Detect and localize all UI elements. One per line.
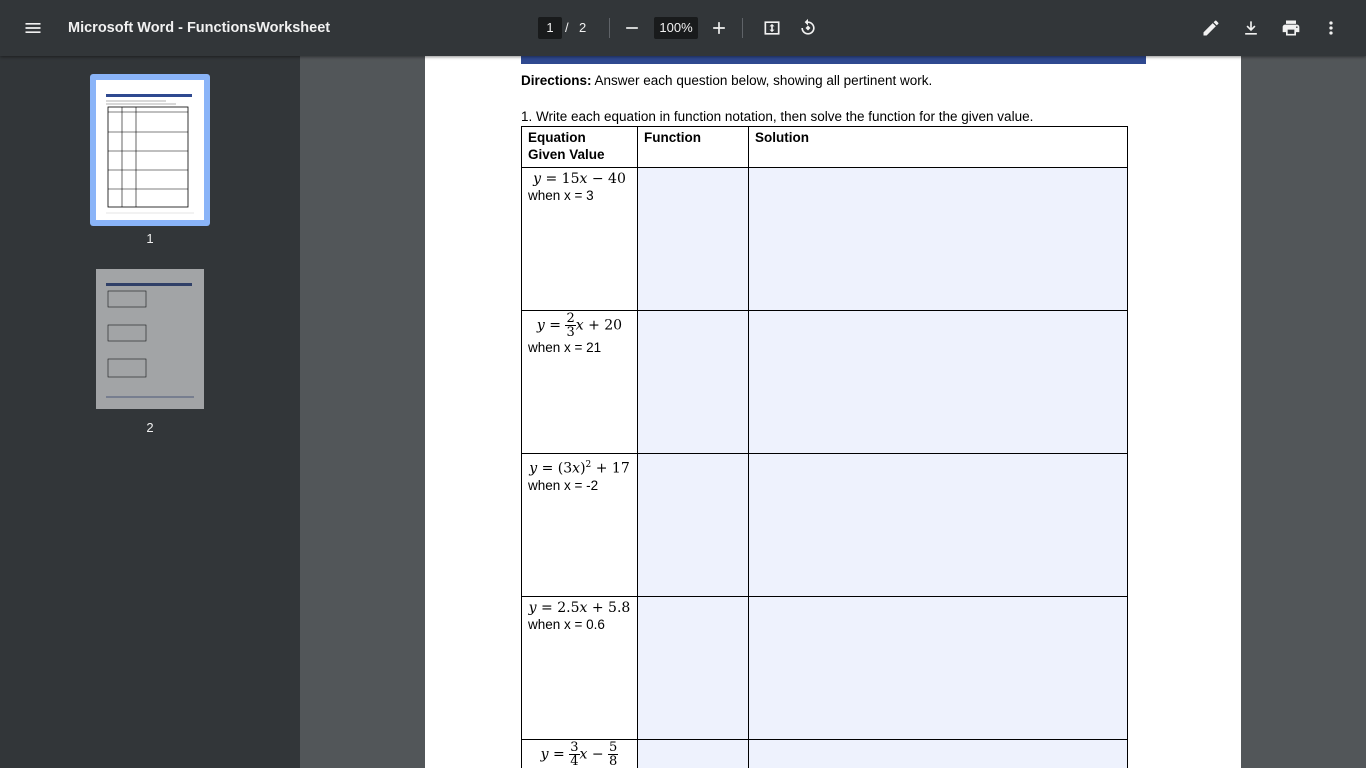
zoom-out-button[interactable] [614,10,650,46]
solution-answer-cell[interactable] [748,739,1128,768]
pdf-toolbar: Microsoft Word - FunctionsWorksheet 1 / … [0,0,1366,56]
table-row: y = 23x + 20 when x = 21 [521,310,1128,454]
equation-cell: y = 23x + 20 when x = 21 [521,310,638,454]
table-row: y = (3x)2 + 17 when x = -2 [521,453,1128,597]
fraction: 23 [565,311,576,340]
solution-answer-cell[interactable] [748,453,1128,597]
toolbar-divider [609,18,610,38]
equation-formula: y = 34x − 58 [540,740,619,768]
menu-button[interactable] [15,10,51,46]
download-icon [1245,21,1257,35]
given-value: when x = 0.6 [528,617,605,632]
print-button[interactable] [1273,10,1309,46]
header-band [521,56,1146,64]
document-viewer[interactable]: Directions: Answer each question below, … [300,56,1366,768]
fit-page-icon [764,21,780,35]
fit-page-button[interactable] [754,10,790,46]
header-function: Function [637,126,749,168]
page-thumbnail-preview [106,94,194,214]
function-answer-cell[interactable] [637,596,749,740]
given-value: when x = 3 [528,188,594,203]
table-row: y = 2.5x + 5.8 when x = 0.6 [521,596,1128,740]
zoom-level-input[interactable]: 100% [654,17,698,39]
rotate-icon [801,18,815,35]
pdf-page: Directions: Answer each question below, … [425,56,1241,768]
more-actions-button[interactable] [1313,10,1349,46]
more-vert-icon [1329,21,1333,35]
question-1-text: 1. Write each equation in function notat… [521,109,1034,124]
fraction: 58 [608,740,619,768]
directions-body: Answer each question below, showing all … [591,73,933,88]
thumbnail-sidebar: 1 2 [0,56,300,768]
table-row: y = 34x − 58 [521,739,1128,768]
page-thumbnail-2[interactable] [96,269,204,409]
function-answer-cell[interactable] [637,739,749,768]
functions-table: Equation Given Value Function Solution y … [521,126,1128,768]
zoom-in-button[interactable] [701,10,737,46]
equation-formula: y = 23x + 20 [536,311,623,340]
print-icon [1282,20,1300,36]
equation-cell: y = 15x − 40 when x = 3 [521,167,638,311]
equation-cell: y = 2.5x + 5.8 when x = 0.6 [521,596,638,740]
header-given-value-label: Given Value [528,147,605,162]
directions-text: Directions: Answer each question below, … [521,73,932,88]
equation-formula: y = 15x − 40 [533,171,626,187]
fraction: 34 [569,740,580,768]
equation-cell: y = (3x)2 + 17 when x = -2 [521,453,638,597]
equation-formula: y = (3x)2 + 17 [529,460,630,477]
table-header-row: Equation Given Value Function Solution [521,126,1128,168]
page-thumbnail-preview [106,283,194,398]
solution-answer-cell[interactable] [748,596,1128,740]
rotate-button[interactable] [790,10,826,46]
menu-icon [25,23,41,33]
solution-answer-cell[interactable] [748,310,1128,454]
page-number-input[interactable]: 1 [538,17,562,39]
given-value: when x = 21 [528,340,602,355]
zoom-in-icon [713,22,725,34]
equation-cell: y = 34x − 58 [521,739,638,768]
equation-formula: y = 2.5x + 5.8 [528,600,631,616]
page-total: 2 [579,20,587,35]
solution-answer-cell[interactable] [748,167,1128,311]
header-solution: Solution [748,126,1128,168]
header-equation-label: Equation [528,130,586,145]
page-separator: / [565,20,569,35]
function-answer-cell[interactable] [637,167,749,311]
function-answer-cell[interactable] [637,310,749,454]
directions-label: Directions: [521,73,592,88]
table-row: y = 15x − 40 when x = 3 [521,167,1128,311]
given-value: when x = -2 [528,477,599,493]
download-button[interactable] [1233,10,1269,46]
pen-icon [1203,20,1219,36]
page-thumbnail-1[interactable] [96,80,204,220]
annotate-button[interactable] [1193,10,1229,46]
function-answer-cell[interactable] [637,453,749,597]
toolbar-divider [742,18,743,38]
thumbnail-label-1: 1 [146,231,154,246]
thumbnail-label-2: 2 [146,420,154,435]
header-equation: Equation Given Value [521,126,638,168]
document-title: Microsoft Word - FunctionsWorksheet [68,20,331,36]
zoom-out-icon [626,27,638,29]
